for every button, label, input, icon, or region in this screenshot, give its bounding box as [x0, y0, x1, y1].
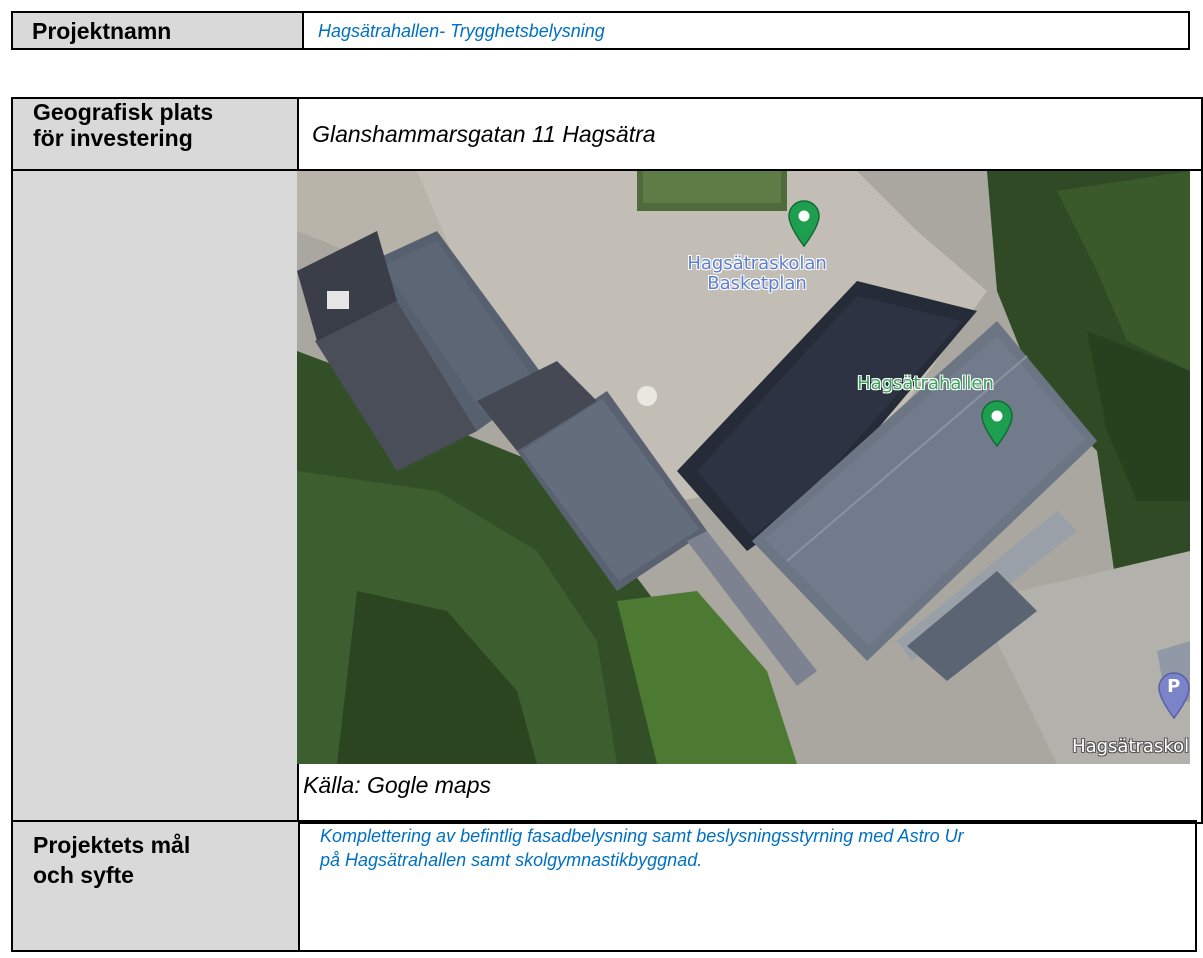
goals-value-line1: Komplettering av befintlig fasadbelysnin… — [320, 826, 964, 846]
map-label-parking: P — [1167, 676, 1181, 697]
map-pin-green-icon — [788, 200, 820, 247]
goals-label: Projektets mål och syfte — [11, 820, 300, 952]
goals-label-line1: Projektets mål — [33, 832, 191, 858]
project-name-label: Projektnamn — [11, 11, 304, 50]
map-label-basketball: Hagsätraskolan Basketplan — [687, 253, 827, 294]
goals-value: Komplettering av befintlig fasadbelysnin… — [298, 820, 1197, 952]
location-label-line2: för investering — [33, 125, 193, 151]
project-name-table: Projektnamn Hagsätrahallen- Trygghetsbel… — [11, 11, 1190, 50]
location-table: Geografisk plats för investering Glansha… — [10, 97, 1203, 824]
map-label-hall: Hagsätrahallen — [857, 373, 994, 394]
location-label-empty — [10, 169, 300, 824]
project-name-value: Hagsätrahallen- Trygghetsbelysning — [302, 11, 1190, 50]
satellite-map-image: Hagsätraskolan Basketplan Hagsätrahallen… — [297, 171, 1191, 764]
location-label-line1: Geografisk plats — [33, 99, 214, 125]
goals-value-line2: på Hagsätrahallen samt skolgymnastikbygg… — [320, 850, 703, 870]
location-value: Glanshammarsgatan 11 Hagsätra — [297, 97, 1203, 171]
map-label-school: Hagsätraskol — [1072, 736, 1190, 757]
goals-table: Projektets mål och syfte Komplettering a… — [11, 820, 1197, 952]
map-cell: Hagsätraskolan Basketplan Hagsätrahallen… — [297, 169, 1203, 824]
map-pin-green-icon — [981, 400, 1013, 447]
location-label: Geografisk plats för investering — [10, 97, 300, 171]
map-caption: Källa: Gogle maps — [303, 772, 491, 798]
goals-label-line2: och syfte — [33, 862, 134, 888]
